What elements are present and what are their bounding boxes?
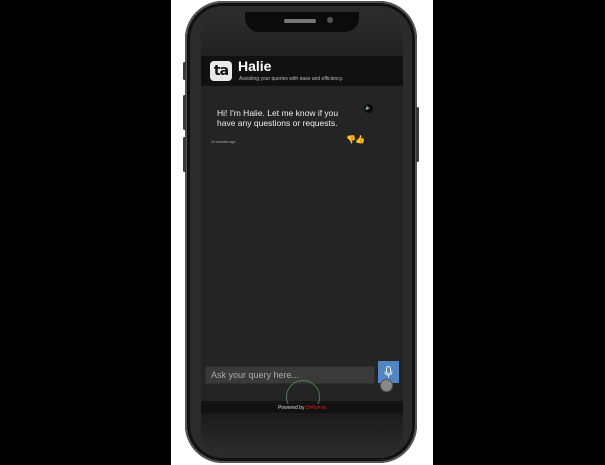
bottom-bezel	[201, 413, 403, 455]
front-camera	[327, 17, 333, 23]
app-title: Halie	[238, 58, 272, 74]
input-row	[201, 361, 403, 414]
powered-label: Powered by	[278, 405, 305, 411]
message-text: Hi! I'm Halie. Let me know if you have a…	[217, 108, 339, 128]
side-button-volume-down	[183, 137, 186, 172]
side-button-volume-up	[183, 95, 186, 130]
query-input[interactable]	[205, 366, 375, 384]
earpiece-speaker	[284, 19, 316, 23]
phone-screen: ta Halie Assisting your queries with eas…	[201, 12, 403, 455]
brand-link[interactable]: DrRunna	[306, 405, 326, 411]
speaker-icon[interactable]: 🔈	[364, 104, 373, 113]
thumbs-down-icon[interactable]: 👎	[346, 135, 356, 144]
thumbs-up-icon[interactable]: 👍	[355, 135, 365, 144]
app-subtitle: Assisting your queries with ease and eff…	[239, 76, 344, 82]
app-logo: ta	[210, 61, 232, 81]
phone-notch	[245, 12, 359, 32]
chat-area: Hi! I'm Halie. Let me know if you have a…	[201, 86, 403, 361]
powered-by: Powered by DrRunna	[201, 404, 403, 413]
message-timestamp: 24 minutes ago	[211, 140, 236, 144]
side-button-mute	[183, 62, 186, 80]
side-button-power	[416, 107, 419, 162]
microphone-icon	[384, 366, 393, 378]
chat-header: ta Halie Assisting your queries with eas…	[201, 56, 403, 86]
status-badge	[380, 379, 393, 392]
